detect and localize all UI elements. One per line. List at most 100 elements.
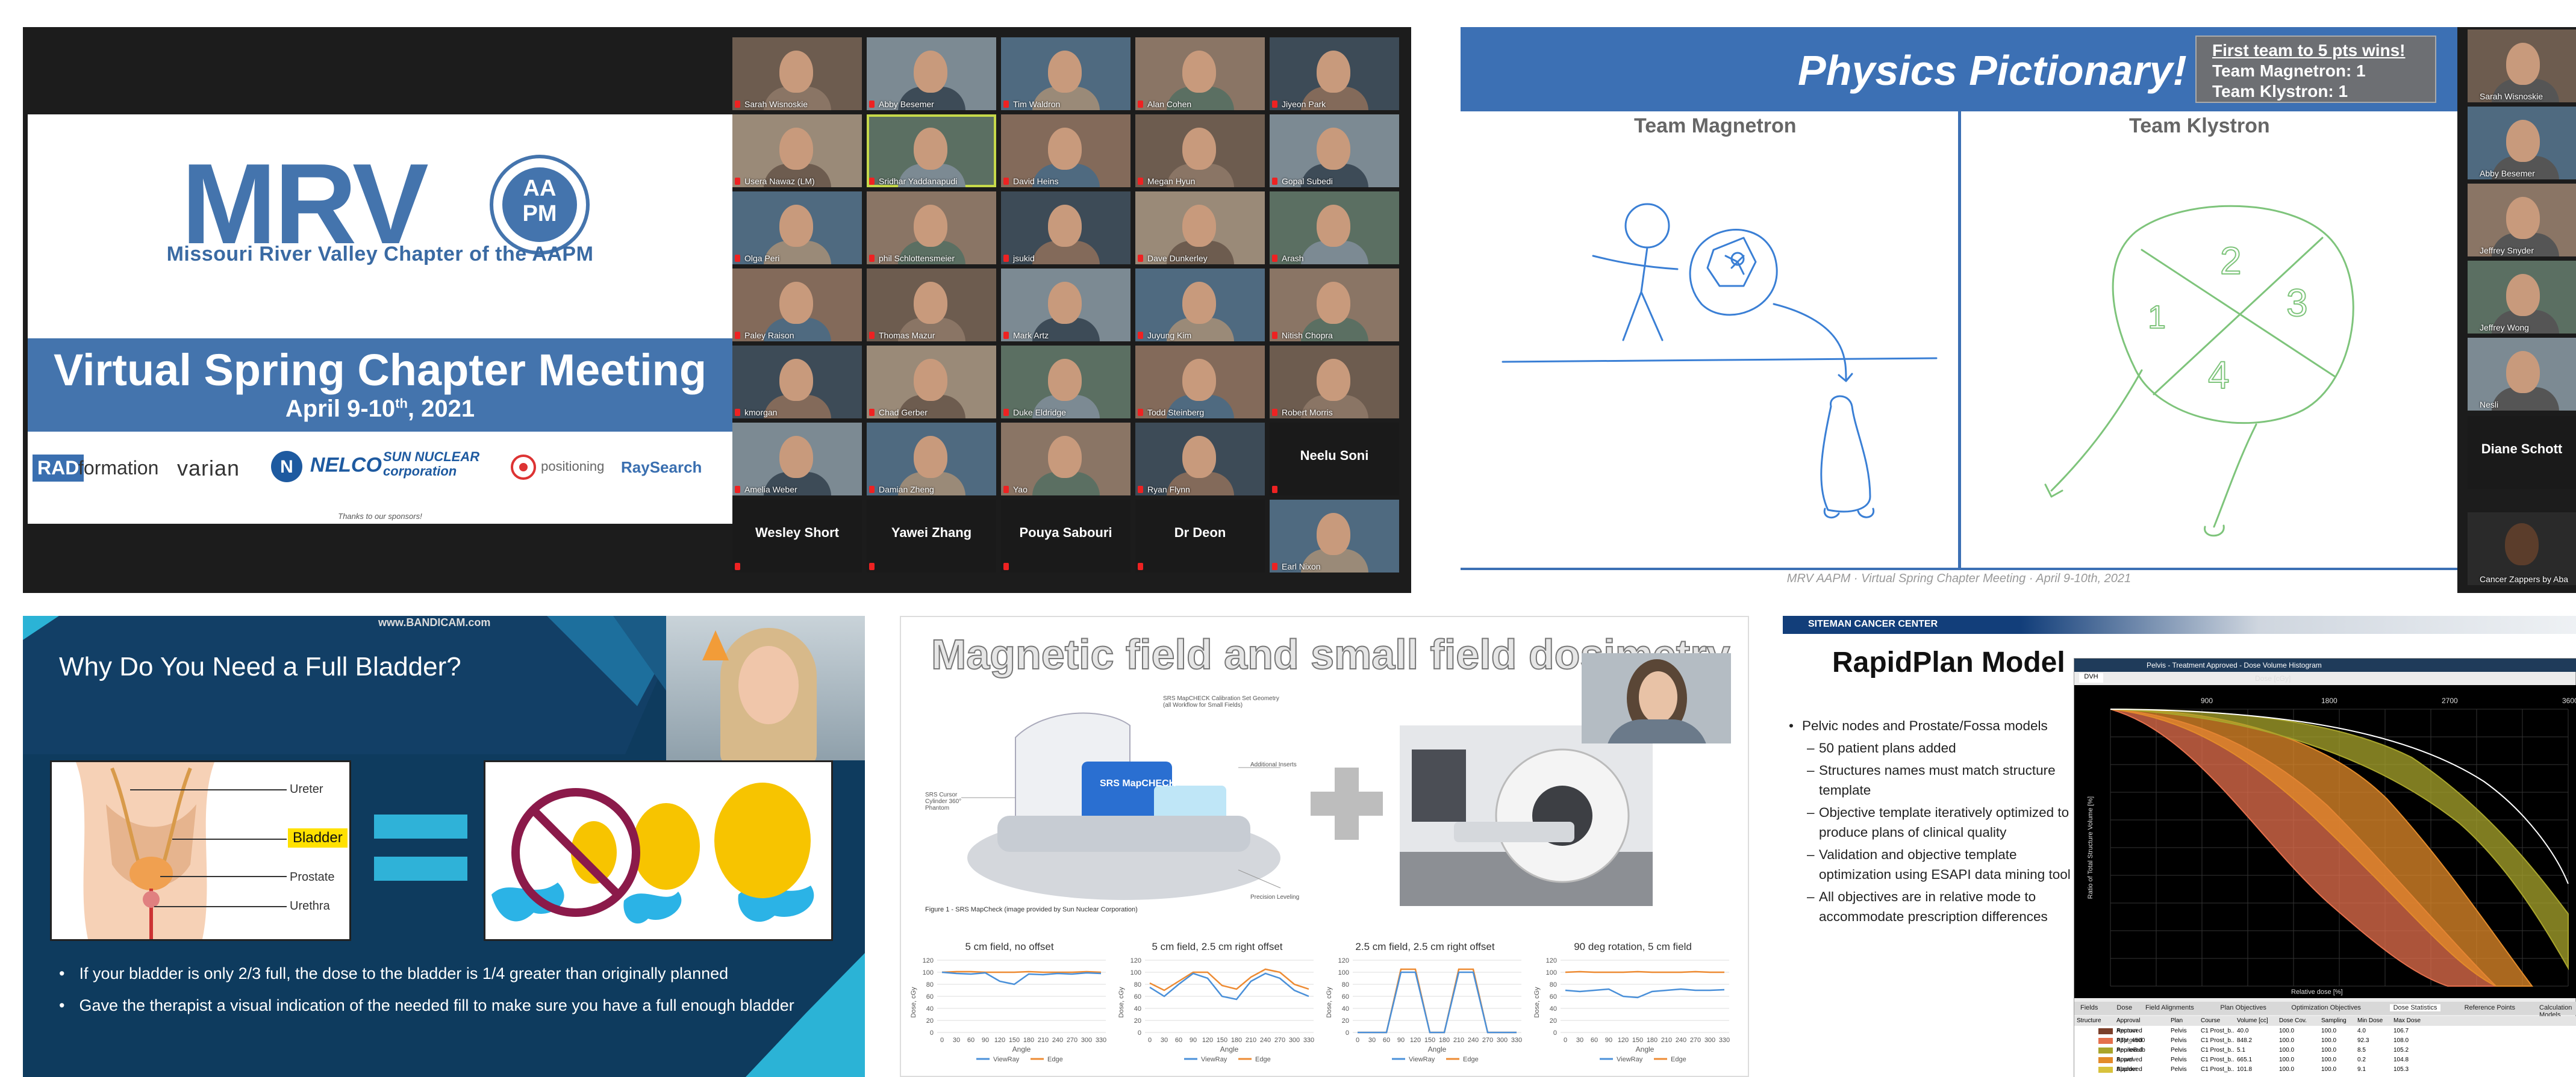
table-row[interactable]: PTV_4500 Approved Pelvis C1 Prost_b.. 848.2 1… bbox=[2074, 1036, 2576, 1046]
participant-tile[interactable]: Mark Artz bbox=[1001, 268, 1131, 341]
participant-tile[interactable]: Alan Cohen bbox=[1135, 37, 1265, 110]
participant-tile[interactable]: Yao bbox=[1001, 423, 1131, 495]
y-tick-label: 80 bbox=[1342, 981, 1349, 989]
side-participant-tile[interactable]: Jeffrey Wong bbox=[2468, 261, 2576, 334]
participant-tile[interactable]: Arash bbox=[1270, 191, 1399, 264]
participant-tile[interactable]: Pouya Sabouri bbox=[1001, 500, 1131, 573]
participant-tile[interactable]: Damian Zheng bbox=[867, 423, 996, 495]
table-header-cell[interactable]: Sampling bbox=[2321, 1017, 2347, 1024]
participant-tile[interactable]: Yawei Zhang bbox=[867, 500, 996, 573]
table-row[interactable]: Bowel Approved Pelvis C1 Prost_b.. 665.1 100.… bbox=[2074, 1055, 2576, 1065]
participant-face bbox=[1317, 359, 1350, 401]
participant-face bbox=[1048, 205, 1082, 247]
magnetron-drawing[interactable] bbox=[1461, 111, 1958, 569]
bladder-bullet-2: • Gave the therapist a visual indication … bbox=[59, 990, 842, 1022]
x-tick-label: 30 bbox=[1576, 1037, 1583, 1044]
table-header-cell[interactable]: Dose Cov. bbox=[2279, 1017, 2307, 1024]
participant-tile[interactable]: kmorgan bbox=[732, 346, 862, 418]
participant-tile[interactable]: Jiyeon Park bbox=[1270, 37, 1399, 110]
table-row[interactable]: PenileBulb Approved Pelvis C1 Prost_b.. 5.1 1… bbox=[2074, 1046, 2576, 1055]
eclipse-tab[interactable]: Field Alignments bbox=[2142, 1004, 2198, 1011]
meeting-date: April 9-10th, 2021 bbox=[28, 396, 732, 423]
party-hat bbox=[702, 630, 729, 660]
participant-tile[interactable]: Neelu Soni bbox=[1270, 423, 1399, 495]
participant-tile[interactable]: phil Schlottensmeier bbox=[867, 191, 996, 264]
participant-tile[interactable]: Megan Hyun bbox=[1135, 114, 1265, 187]
table-header-cell[interactable]: Course bbox=[2201, 1017, 2220, 1024]
eclipse-tab[interactable]: Dose bbox=[2113, 1004, 2136, 1011]
participant-tile[interactable]: Chad Gerber bbox=[867, 346, 996, 418]
legend-label: ViewRay bbox=[1201, 1056, 1227, 1063]
participant-tile[interactable]: Usera Nawaz (LM) bbox=[732, 114, 862, 187]
table-header-cell[interactable]: Plan bbox=[2171, 1017, 2183, 1024]
participant-name: kmorgan bbox=[744, 408, 778, 417]
sponsor-sun-nuclear-text: SUN NUCLEAR corporation bbox=[383, 449, 480, 479]
balloons-image bbox=[484, 760, 833, 941]
eclipse-tab[interactable]: Dose Statistics bbox=[2389, 1004, 2441, 1011]
side-participant-tile[interactable]: Nesli bbox=[2468, 338, 2576, 411]
klystron-drawing[interactable]: 2 3 4 1 bbox=[1961, 111, 2457, 569]
participant-name: Thomas Mazur bbox=[879, 331, 935, 340]
x-tick-label: 270 bbox=[1067, 1037, 1077, 1044]
rapidplan-subbullet: – Structures names must match structure t… bbox=[1789, 760, 2081, 800]
x-tick-label: 240 bbox=[1260, 1037, 1271, 1044]
participant-tile[interactable]: David Heins bbox=[1001, 114, 1131, 187]
bladder-slide-panel: www.BANDICAM.com Why Do You Need a Full … bbox=[23, 616, 865, 1077]
participant-face bbox=[2506, 274, 2540, 316]
side-participant-tile[interactable]: Sarah Wisnoskie bbox=[2468, 29, 2576, 102]
participant-tile[interactable]: Dave Dunkerley bbox=[1135, 191, 1265, 264]
muted-mic-icon bbox=[1138, 563, 1143, 570]
muted-mic-icon bbox=[735, 101, 740, 108]
participant-tile[interactable]: Paley Raison bbox=[732, 268, 862, 341]
eclipse-tab[interactable]: Plan Objectives bbox=[2216, 1004, 2269, 1011]
participant-tile[interactable]: Juyung Kim bbox=[1135, 268, 1265, 341]
participant-tile[interactable]: Abby Besemer bbox=[867, 37, 996, 110]
participant-tile[interactable]: Wesley Short bbox=[732, 500, 862, 573]
table-cell: Pelvis bbox=[2171, 1028, 2187, 1034]
sponsor-positioning-text: positioning bbox=[541, 458, 605, 474]
participant-tile[interactable]: Duke Eldridge bbox=[1001, 346, 1131, 418]
side-participant-tile[interactable]: Abby Besemer bbox=[2468, 107, 2576, 179]
table-header-cell[interactable]: Max Dose bbox=[2394, 1017, 2421, 1024]
muted-mic-icon bbox=[735, 486, 740, 493]
table-header-cell[interactable]: Structure bbox=[2077, 1017, 2101, 1024]
participant-tile[interactable]: Ryan Flynn bbox=[1135, 423, 1265, 495]
participant-tile[interactable]: Earl Nixon bbox=[1270, 500, 1399, 573]
table-cell: 100.0 bbox=[2321, 1066, 2337, 1073]
table-row[interactable]: Bladder Approved Pelvis C1 Prost_b.. 101.8 10… bbox=[2074, 1065, 2576, 1075]
side-participant-tile[interactable]: Diane Schott bbox=[2468, 416, 2576, 489]
score-rule: First team to 5 pts wins! bbox=[2212, 41, 2406, 60]
participant-tile[interactable]: jsukid bbox=[1001, 191, 1131, 264]
device-label: SRS MapCHECK bbox=[1100, 778, 1176, 789]
muted-mic-icon bbox=[869, 486, 875, 493]
participant-tile[interactable]: Gopal Subedi bbox=[1270, 114, 1399, 187]
y-tick-label: 40 bbox=[1550, 1005, 1557, 1013]
table-row[interactable]: Rectum Approved Pelvis C1 Prost_b.. 40.0 100.… bbox=[2074, 1026, 2576, 1036]
participant-tile[interactable]: Sridhar Yaddanapudi bbox=[867, 114, 996, 187]
eclipse-tab[interactable]: Reference Points bbox=[2461, 1004, 2519, 1011]
dose-chart-title: 90 deg rotation, 5 cm field bbox=[1574, 941, 1692, 952]
side-participant-tile[interactable]: Cancer Zappers by Aba bbox=[2468, 512, 2576, 585]
eclipse-tab[interactable]: Optimization Objectives bbox=[2288, 1004, 2365, 1011]
table-header-cell[interactable]: Approval bbox=[2116, 1017, 2140, 1024]
participant-tile[interactable]: Nitish Chopra bbox=[1270, 268, 1399, 341]
table-cell: 100.0 bbox=[2321, 1047, 2337, 1054]
participant-tile[interactable]: Amelia Weber bbox=[732, 423, 862, 495]
participant-tile[interactable]: Todd Steinberg bbox=[1135, 346, 1265, 418]
rapidplan-slide-panel: SITEMAN CANCER CENTER RapidPlan Model • P… bbox=[1783, 616, 2576, 1077]
muted-mic-icon bbox=[1003, 178, 1009, 185]
x-tick-label: 270 bbox=[1482, 1037, 1493, 1044]
muted-mic-icon bbox=[1272, 332, 1277, 339]
participant-tile[interactable]: Dr Deon bbox=[1135, 500, 1265, 573]
eclipse-tab[interactable]: Fields bbox=[2077, 1004, 2101, 1011]
participant-tile[interactable]: Tim Waldron bbox=[1001, 37, 1131, 110]
participant-tile[interactable]: Sarah Wisnoskie bbox=[732, 37, 862, 110]
table-header-cell[interactable]: Volume [cc] bbox=[2237, 1017, 2268, 1024]
dvh-chart[interactable]: 900 1800 2700 3600 Ratio of Total Structure … bbox=[2074, 685, 2576, 998]
participant-tile[interactable]: Thomas Mazur bbox=[867, 268, 996, 341]
participant-tile[interactable]: Robert Morris bbox=[1270, 346, 1399, 418]
table-header-cell[interactable]: Min Dose bbox=[2357, 1017, 2383, 1024]
dvh-tab[interactable]: DVH bbox=[2079, 673, 2103, 683]
participant-tile[interactable]: Olga Peri bbox=[732, 191, 862, 264]
side-participant-tile[interactable]: Jeffrey Snyder bbox=[2468, 184, 2576, 256]
